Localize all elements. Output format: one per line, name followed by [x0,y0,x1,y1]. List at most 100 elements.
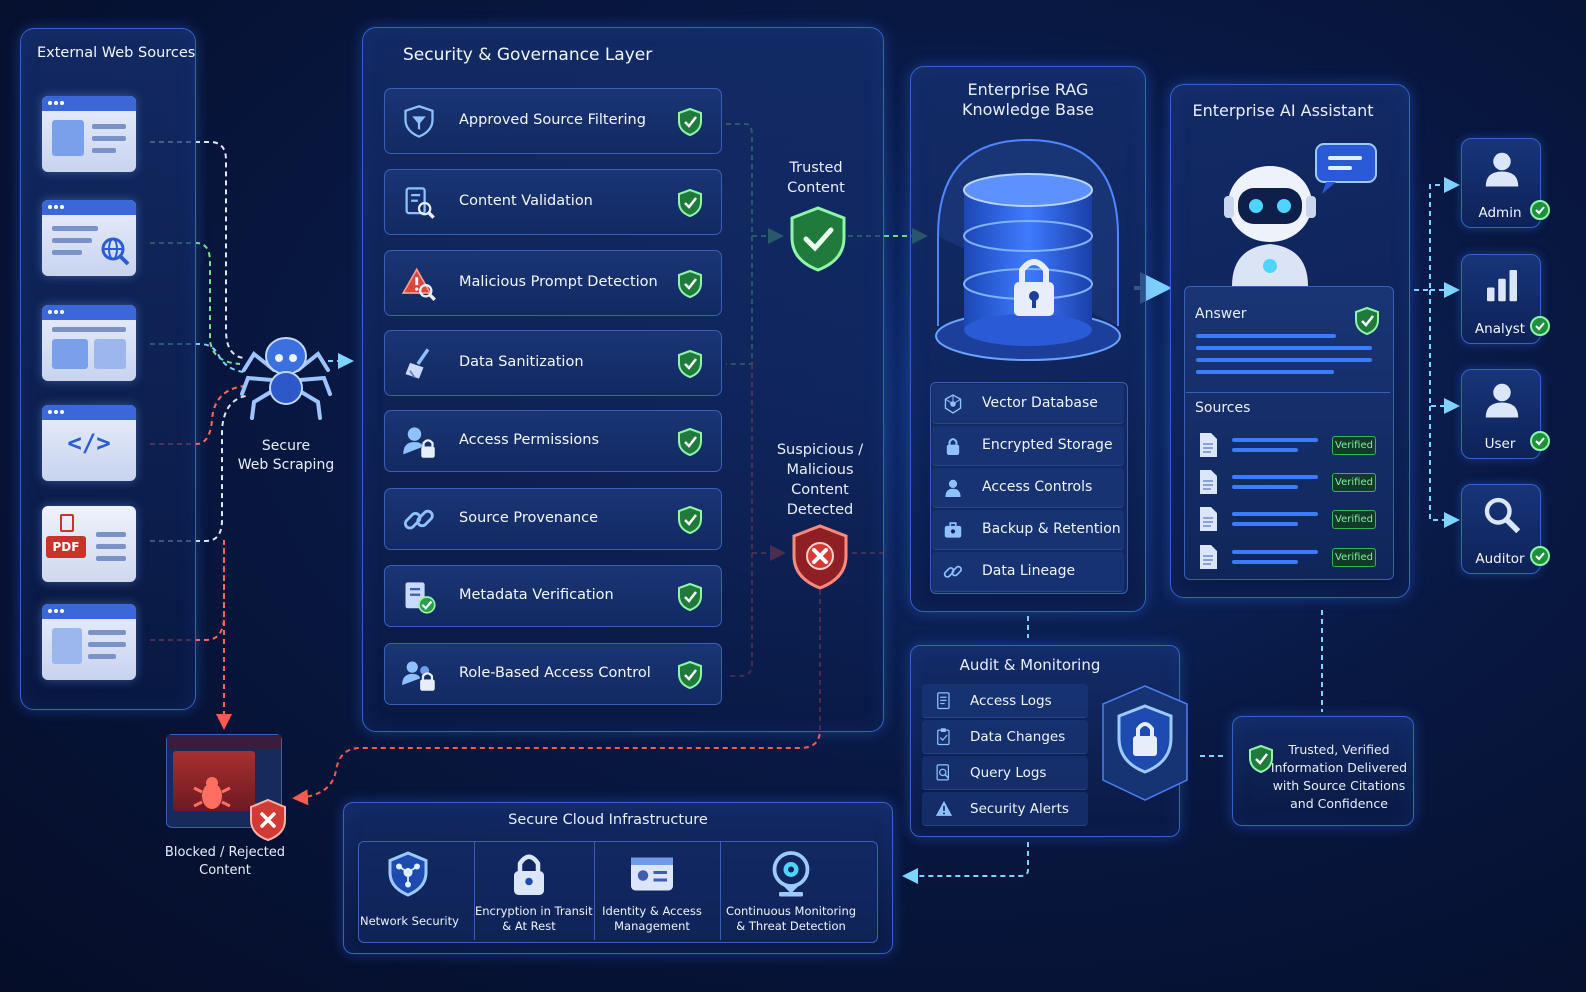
verified-badge: Verified [1332,510,1376,529]
blocked-label-line1: Blocked / Rejected [164,845,286,860]
check-circle-icon [1530,546,1550,566]
user-role-user[interactable]: User [1461,369,1541,459]
bug-icon [193,777,231,809]
cloud-item-label-line2: Management [614,919,690,933]
governance-check-row: Approved Source Filtering [384,88,722,154]
cloud-item-label-line1: Encryption in Transit [475,904,593,918]
source-citation-row[interactable]: Verified [1196,430,1382,460]
kb-feature-label: Encrypted Storage [982,437,1113,453]
external-sources-title: External Web Sources [37,45,196,61]
network-shield-icon [384,850,432,898]
answer-line [1196,358,1372,362]
check-shield-icon [677,349,703,379]
kb-feature-label: Access Controls [982,479,1093,495]
governance-check-label: Source Provenance [459,510,599,526]
audit-item-row: Data Changes [922,720,1088,754]
alert-icon [934,799,954,819]
delivered-line3: with Source Citations [1272,778,1406,793]
source-citation-row[interactable]: Verified [1196,504,1382,534]
code-page-icon: </> [42,405,136,481]
log-icon [934,691,954,711]
user-role-auditor[interactable]: Auditor [1461,484,1541,574]
source-citation-row[interactable]: Verified [1196,542,1382,572]
user-role-analyst[interactable]: Analyst [1461,254,1541,344]
suspicious-label-line1: Suspicious / [776,442,864,458]
spider-bot-icon [240,337,332,420]
briefcase-icon [942,519,964,541]
scraping-label-line1: Secure [261,438,311,454]
suspicious-label-line4: Detected [786,502,854,518]
web-article-icon [42,96,136,172]
document-check-icon [401,579,437,615]
check-shield-icon [677,660,703,690]
governance-check-label: Malicious Prompt Detection [459,274,658,290]
audit-item-label: Access Logs [970,693,1052,709]
filter-shield-icon [401,104,437,140]
check-shield-icon [677,505,703,535]
verified-badge: Verified [1332,548,1376,567]
governance-check-row: Malicious Prompt Detection [384,250,722,316]
trusted-label-line2: Content [787,180,845,196]
cloud-item-label-line2: & Threat Detection [736,919,846,933]
user-role-label: Auditor [1475,551,1525,567]
cloud-item-label-line1: Continuous Monitoring [725,904,857,918]
source-line [1232,522,1298,526]
cloud-item: Encryption in Transit & At Rest [474,842,593,940]
source-line [1232,448,1298,452]
answer-line [1196,346,1372,350]
governance-check-row: Metadata Verification [384,565,722,627]
check-circle-icon [1530,431,1550,451]
delivered-line2: Information Delivered [1270,760,1408,775]
blocked-label-line2: Content [199,863,251,878]
check-shield-icon [677,107,703,137]
bar-chart-icon [1482,265,1522,305]
cloud-item: Continuous Monitoring & Threat Detection [720,842,861,940]
person-icon [1482,149,1522,189]
check-circle-icon [1530,200,1550,220]
kb-feature-label: Vector Database [982,395,1098,411]
malicious-shield-icon [792,524,848,590]
source-line [1232,475,1318,479]
database-lock-icon [935,138,1121,361]
clipboard-icon [934,727,954,747]
kb-title-line1: Enterprise RAG [967,80,1089,99]
broom-icon [401,346,437,382]
vector-icon [942,393,964,415]
suspicious-label-line2: Malicious [786,462,854,478]
kb-feature-row: Access Controls [932,468,1124,508]
kb-feature-label: Data Lineage [982,563,1076,579]
governance-check-label: Access Permissions [459,432,600,448]
check-shield-icon [677,188,703,218]
cloud-item-label-line1: Network Security [360,914,459,928]
sources-divider [1186,392,1390,393]
governance-check-label: Approved Source Filtering [459,112,646,128]
kb-feature-row: Data Lineage [932,552,1124,592]
assistant-title: Enterprise AI Assistant [1192,101,1374,120]
kb-feature-row: Backup & Retention [932,510,1124,550]
link-icon [401,502,437,538]
audit-item-label: Query Logs [970,765,1047,781]
trusted-shield-icon [790,206,846,272]
audit-title: Audit & Monitoring [959,656,1101,674]
answer-line [1196,334,1336,338]
robot-assistant-icon [1224,143,1377,286]
pdf-label: PDF [46,536,86,558]
lock-icon [942,435,964,457]
web-globe-page-icon [42,200,136,276]
user-role-admin[interactable]: Admin [1461,138,1541,228]
source-citation-row[interactable]: Verified [1196,467,1382,497]
kb-feature-label: Backup & Retention [982,521,1121,537]
user-role-label: Analyst [1474,321,1526,337]
cloud-item: Identity & Access Management [594,842,709,940]
check-shield-icon [677,269,703,299]
governance-check-label: Data Sanitization [459,354,584,370]
document-icon [1198,544,1218,570]
link-icon [942,561,964,583]
check-circle-icon [1530,316,1550,336]
governance-check-row: Role-Based Access Control [384,643,722,705]
magnifier-icon [1482,495,1522,535]
user-lock-icon [401,424,437,460]
source-line [1232,550,1318,554]
source-line [1232,512,1318,516]
answer-line [1196,370,1334,374]
